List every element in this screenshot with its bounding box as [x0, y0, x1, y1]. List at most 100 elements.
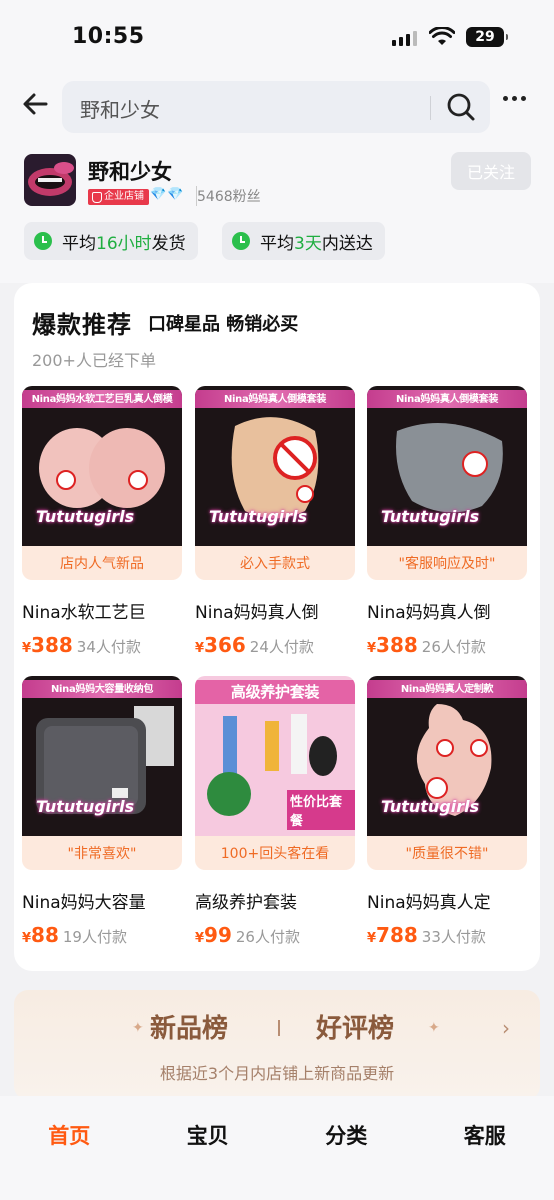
more-options-icon[interactable]: [503, 96, 526, 101]
product-price: ¥ 88 19人付款: [22, 923, 182, 947]
price-value: 788: [376, 923, 418, 947]
currency-symbol: ¥: [195, 931, 205, 946]
product-image: 高级养护套装 性价比套餐: [195, 676, 355, 836]
product-name: 高级养护套装: [195, 893, 297, 913]
wifi-icon: [429, 27, 455, 45]
chevron-right-icon[interactable]: ›: [502, 1016, 510, 1040]
status-time: 10:55: [72, 24, 145, 49]
product-image: Nina妈妈真人倒模套装 Tututugirls: [367, 386, 527, 546]
top-rated-rank[interactable]: 好评榜: [316, 1008, 394, 1045]
currency-symbol: ¥: [367, 641, 377, 656]
delivery-time-pill: 平均 3天 内送达: [222, 222, 385, 260]
ship-highlight: 16小时: [96, 233, 152, 254]
sold-count: 34人付款: [76, 638, 141, 656]
product-brand: Tututugirls: [209, 507, 308, 526]
recommend-title: 爆款推荐: [32, 311, 132, 339]
product-price: ¥ 99 26人付款: [195, 923, 355, 947]
product-brand: Tututugirls: [36, 797, 135, 816]
currency-symbol: ¥: [367, 931, 377, 946]
currency-symbol: ¥: [22, 641, 32, 656]
search-query: 野和少女: [80, 98, 160, 122]
price-value: 388: [31, 633, 73, 657]
product-tag: "非常喜欢": [22, 836, 182, 870]
product-tag: "客服响应及时": [367, 546, 527, 580]
search-header: 野和少女: [0, 72, 554, 142]
product-image: Nina妈妈真人倒模套装 Tututugirls: [195, 386, 355, 546]
ornament-icon: ✦: [132, 1020, 144, 1036]
deliver-suffix: 内送达: [321, 233, 373, 254]
status-bar: 10:55 29: [0, 0, 554, 72]
product-brand: 性价比套餐: [287, 790, 355, 830]
product-price: ¥ 388 34人付款: [22, 633, 182, 657]
order-count: 200+人已经下单: [32, 351, 156, 370]
ranking-description: 根据近3个月内店铺上新商品更新: [159, 1064, 395, 1083]
price-value: 99: [204, 923, 232, 947]
enterprise-shop-badge: 企业店铺: [88, 189, 149, 205]
product-brand: Tututugirls: [36, 507, 135, 526]
product-brand: Tututugirls: [381, 507, 480, 526]
sold-count: 24人付款: [249, 638, 314, 656]
product-tag: 店内人气新品: [22, 546, 182, 580]
tab-categories[interactable]: 分类: [277, 1096, 416, 1200]
clock-icon: [232, 232, 250, 250]
product-name: Nina水软工艺巨: [22, 603, 146, 623]
back-arrow-icon[interactable]: [20, 88, 52, 120]
product-price: ¥ 388 26人付款: [367, 633, 527, 657]
search-icon[interactable]: [446, 92, 476, 122]
product-card[interactable]: Nina妈妈真人定制款 Tututugirls "质量很不错" Nina妈妈真人…: [367, 676, 527, 947]
recommend-subtitle: 口碑星品 畅销必买: [148, 314, 299, 335]
cellular-signal-icon: [392, 30, 417, 46]
tab-customer-service[interactable]: 客服: [416, 1096, 554, 1200]
product-name: Nina妈妈真人定: [367, 893, 491, 913]
price-value: 88: [31, 923, 59, 947]
deliver-highlight: 3天: [294, 233, 322, 254]
product-image: Nina妈妈真人定制款 Tututugirls: [367, 676, 527, 836]
price-value: 366: [204, 633, 246, 657]
deliver-prefix: 平均: [260, 233, 294, 254]
product-name: Nina妈妈真人倒: [367, 603, 491, 623]
sold-count: 33人付款: [421, 928, 486, 946]
product-image: Nina妈妈水软工艺巨乳真人倒模 Tututugirls: [22, 386, 182, 546]
product-card[interactable]: Nina妈妈大容量收纳包 Tututugirls "非常喜欢" Nina妈妈大容…: [22, 676, 182, 947]
shop-logo[interactable]: [24, 154, 76, 206]
product-price: ¥ 366 24人付款: [195, 633, 355, 657]
product-tag: 必入手款式: [195, 546, 355, 580]
shop-name: 野和少女: [88, 160, 172, 184]
shop-info: 野和少女 企业店铺 💎💎 5468粉丝 已关注 平均 16小时 发货 平均 3天…: [0, 142, 554, 283]
followed-button[interactable]: 已关注: [451, 152, 531, 190]
tab-products[interactable]: 宝贝: [139, 1096, 278, 1200]
rank-divider: [278, 1020, 280, 1036]
product-brand: Tututugirls: [381, 797, 480, 816]
bottom-navigation: 首页 宝贝 分类 客服: [0, 1096, 554, 1200]
product-price: ¥ 788 33人付款: [367, 923, 527, 947]
fans-count: 5468粉丝: [196, 186, 261, 206]
ornament-icon: ✦: [428, 1020, 440, 1036]
product-card[interactable]: Nina妈妈真人倒模套装 Tututugirls 必入手款式 Nina妈妈真人倒…: [195, 386, 355, 657]
ranking-banner[interactable]: ✦ 新品榜 好评榜 ✦ › 根据近3个月内店铺上新商品更新: [14, 990, 540, 1100]
clock-icon: [34, 232, 52, 250]
product-tag: "质量很不错": [367, 836, 527, 870]
search-divider: [430, 96, 431, 120]
sold-count: 26人付款: [235, 928, 300, 946]
product-card[interactable]: Nina妈妈真人倒模套装 Tututugirls "客服响应及时" Nina妈妈…: [367, 386, 527, 657]
new-products-rank[interactable]: 新品榜: [150, 1008, 228, 1045]
sold-count: 26人付款: [421, 638, 486, 656]
tab-home[interactable]: 首页: [0, 1096, 139, 1200]
price-value: 388: [376, 633, 418, 657]
currency-symbol: ¥: [195, 641, 205, 656]
ship-suffix: 发货: [151, 233, 186, 254]
product-image: Nina妈妈大容量收纳包 Tututugirls: [22, 676, 182, 836]
ship-prefix: 平均: [62, 233, 96, 254]
shipping-time-pill: 平均 16小时 发货: [24, 222, 198, 260]
search-input[interactable]: 野和少女: [62, 81, 490, 133]
product-tag: 100+回头客在看: [195, 836, 355, 870]
product-name: Nina妈妈大容量: [22, 893, 146, 913]
sold-count: 19人付款: [62, 928, 127, 946]
hot-recommend-card: 爆款推荐 口碑星品 畅销必买 200+人已经下单 Nina妈妈水软工艺巨乳真人倒…: [14, 283, 540, 971]
product-card[interactable]: 高级养护套装 性价比套餐 100+回头客在看 高级养护套装 ¥ 99 26人付款: [195, 676, 355, 947]
diamond-rating-icon: 💎💎: [150, 187, 185, 202]
product-card[interactable]: Nina妈妈水软工艺巨乳真人倒模 Tututugirls 店内人气新品 Nina…: [22, 386, 182, 657]
battery-icon: 29: [466, 27, 508, 47]
currency-symbol: ¥: [22, 931, 32, 946]
product-name: Nina妈妈真人倒: [195, 603, 319, 623]
